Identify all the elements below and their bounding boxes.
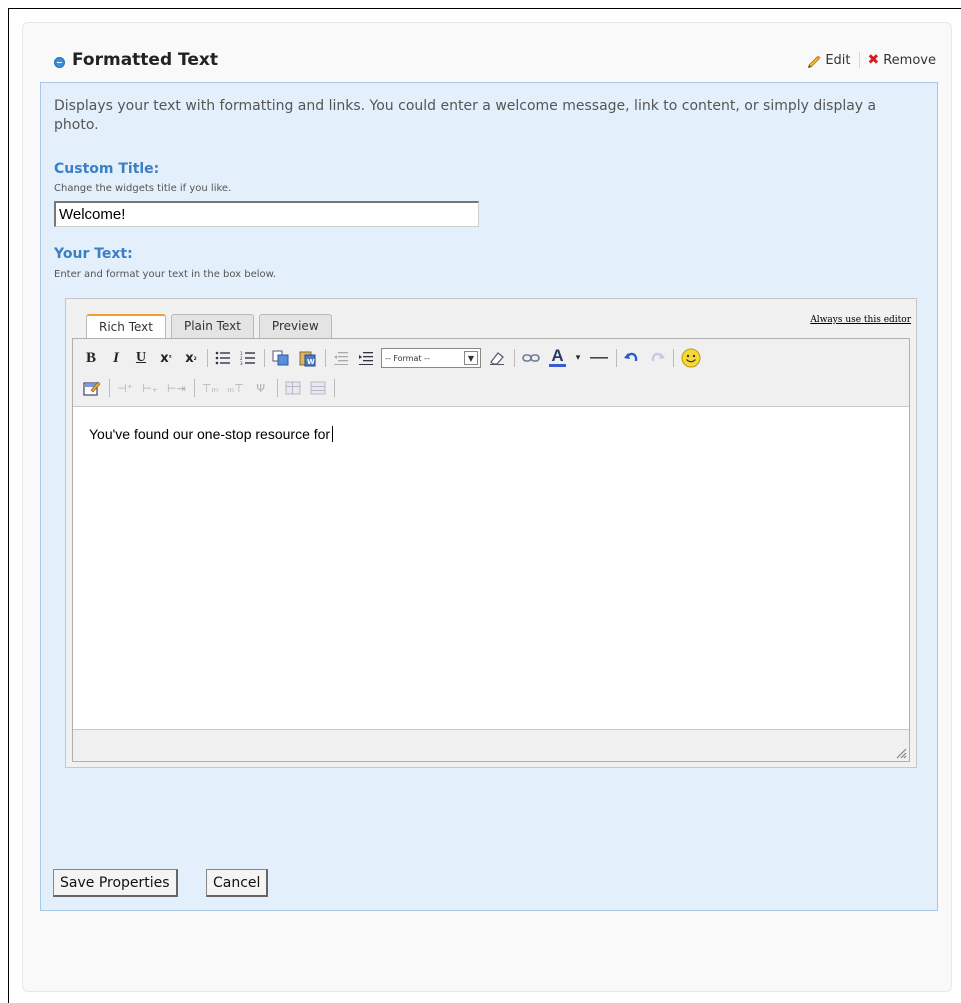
resize-handle-icon[interactable] — [893, 745, 907, 759]
toolbar-row-1: B I U x² x₂ 123 W -- Format -- ▼ A ▾ — [81, 345, 708, 371]
table-row-after-icon[interactable]: ₘ⊤ — [225, 377, 245, 399]
redo-icon[interactable] — [647, 347, 667, 369]
tab-plain-text[interactable]: Plain Text — [170, 314, 254, 338]
toolbar-divider — [207, 349, 208, 367]
subscript-icon[interactable]: x₂ — [181, 347, 201, 369]
undo-icon[interactable] — [622, 347, 642, 369]
always-use-editor-link[interactable]: Always use this editor — [810, 315, 911, 325]
pencil-icon — [808, 55, 821, 68]
eraser-icon[interactable] — [486, 347, 508, 369]
your-text-hint: Enter and format your text in the box be… — [54, 269, 277, 280]
bullet-list-icon[interactable] — [213, 347, 233, 369]
table-col-after-icon[interactable]: ⊢₊ — [140, 377, 160, 399]
underline-icon[interactable]: U — [131, 347, 151, 369]
editor-tabs: Rich Text Plain Text Preview — [86, 314, 337, 338]
edit-button[interactable]: Edit — [806, 52, 851, 68]
outdent-icon[interactable] — [331, 347, 351, 369]
toolbar-row-2: ⊣⁺ ⊢₊ ⊢⇥ ⊤ₘ ₘ⊤ Ψ — [81, 375, 340, 401]
toolbar-divider — [616, 349, 617, 367]
toolbar-divider — [325, 349, 326, 367]
save-properties-button[interactable]: Save Properties — [53, 869, 178, 897]
widget-header: Formatted Text Edit ✖ Remove — [40, 45, 940, 79]
toolbar-divider — [109, 379, 110, 397]
smiley-icon[interactable] — [679, 347, 703, 369]
custom-title-hint: Change the widgets title if you like. — [54, 183, 232, 194]
tab-preview[interactable]: Preview — [258, 314, 332, 338]
rich-text-editor: Rich Text Plain Text Preview Always use … — [65, 298, 917, 768]
tab-rich-text[interactable]: Rich Text — [86, 314, 166, 338]
superscript-icon[interactable]: x² — [156, 347, 176, 369]
editor-body: B I U x² x₂ 123 W -- Format -- ▼ A ▾ ⊣⁺ … — [72, 338, 910, 762]
your-text-label: Your Text: — [54, 246, 133, 262]
format-select-value: -- Format -- — [385, 353, 430, 363]
toolbar-divider — [333, 379, 335, 397]
table-merge-icon[interactable]: Ψ — [251, 377, 271, 399]
numbered-list-icon[interactable]: 123 — [238, 347, 258, 369]
table-props-icon[interactable] — [308, 377, 328, 399]
cancel-button[interactable]: Cancel — [206, 869, 269, 897]
collapse-icon[interactable] — [54, 57, 65, 68]
remove-label: Remove — [883, 52, 936, 68]
close-icon: ✖ — [867, 52, 880, 68]
svg-text:3: 3 — [240, 361, 243, 365]
chevron-down-icon: ▼ — [464, 351, 478, 365]
table-row-before-icon[interactable]: ⊤ₘ — [200, 377, 220, 399]
chevron-down-icon[interactable]: ▾ — [573, 347, 583, 369]
toolbar-divider — [276, 379, 278, 397]
svg-text:W: W — [307, 358, 315, 366]
toolbar-divider — [193, 379, 195, 397]
editor-content-area[interactable]: You've found our one-stop resource for — [73, 406, 909, 730]
edit-label: Edit — [825, 52, 851, 68]
edit-html-icon[interactable] — [81, 377, 103, 399]
italic-icon[interactable]: I — [106, 347, 126, 369]
custom-title-label: Custom Title: — [54, 161, 160, 177]
custom-title-input[interactable] — [54, 201, 479, 227]
widget-title: Formatted Text — [72, 50, 219, 70]
indent-icon[interactable] — [356, 347, 376, 369]
toolbar-divider — [514, 349, 515, 367]
copy-icon[interactable] — [270, 347, 292, 369]
format-select[interactable]: -- Format -- ▼ — [381, 348, 481, 368]
widget-description: Displays your text with formatting and l… — [54, 98, 877, 133]
link-icon[interactable] — [520, 347, 542, 369]
divider — [858, 52, 860, 68]
horizontal-rule-icon[interactable] — [588, 347, 610, 369]
toolbar-divider — [264, 349, 265, 367]
remove-button[interactable]: ✖ Remove — [868, 52, 937, 68]
paste-word-icon[interactable]: W — [297, 347, 319, 369]
table-col-delete-icon[interactable]: ⊢⇥ — [165, 377, 188, 399]
table-col-before-icon[interactable]: ⊣⁺ — [115, 377, 135, 399]
properties-panel: Displays your text with formatting and l… — [40, 82, 938, 911]
toolbar-divider — [673, 349, 674, 367]
table-split-icon[interactable] — [283, 377, 303, 399]
editor-content-text: You've found our one-stop resource for — [89, 426, 331, 442]
text-cursor — [332, 426, 334, 442]
header-actions: Edit ✖ Remove — [806, 52, 936, 68]
bold-icon[interactable]: B — [81, 347, 101, 369]
font-color-icon[interactable]: A — [547, 347, 568, 369]
